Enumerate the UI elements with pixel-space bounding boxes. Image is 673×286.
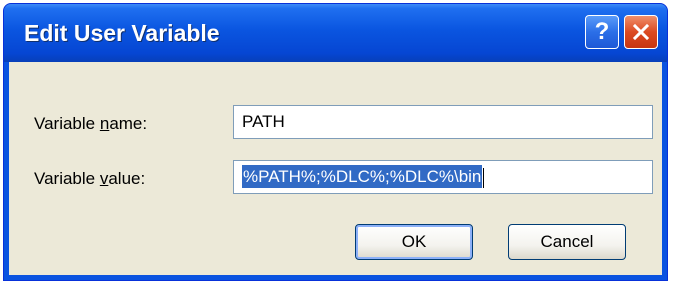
variable-name-value: PATH [242, 112, 285, 131]
edit-user-variable-dialog: Edit User Variable ? Variable name: PATH… [3, 3, 668, 281]
text-caret [483, 167, 485, 188]
close-button[interactable] [624, 15, 658, 49]
cancel-button[interactable]: Cancel [508, 224, 626, 260]
dialog-title: Edit User Variable [24, 20, 220, 46]
help-button[interactable]: ? [585, 15, 619, 49]
help-icon: ? [594, 18, 610, 45]
variable-name-label-mnemonic: n [99, 114, 110, 133]
ok-button-label: OK [401, 232, 427, 251]
variable-value-label-pre: Variable [34, 169, 100, 188]
ok-button[interactable]: OK [355, 224, 473, 260]
close-icon [632, 23, 650, 41]
variable-name-label-pre: Variable [34, 114, 100, 133]
variable-name-label-post: ame: [109, 114, 148, 133]
title-bar[interactable]: Edit User Variable ? [4, 4, 667, 62]
cancel-button-label: Cancel [540, 232, 594, 251]
variable-value-selected-text: %PATH%;%DLC%;%DLC%\bin [242, 165, 483, 188]
variable-value-label: Variable value: [34, 169, 145, 189]
dialog-body: Variable name: PATH Variable value: %PAT… [9, 62, 662, 275]
variable-name-input[interactable]: PATH [233, 105, 653, 139]
variable-value-input[interactable]: %PATH%;%DLC%;%DLC%\bin [233, 160, 653, 194]
variable-value-label-post: alue: [108, 169, 146, 188]
variable-name-label: Variable name: [34, 114, 147, 134]
